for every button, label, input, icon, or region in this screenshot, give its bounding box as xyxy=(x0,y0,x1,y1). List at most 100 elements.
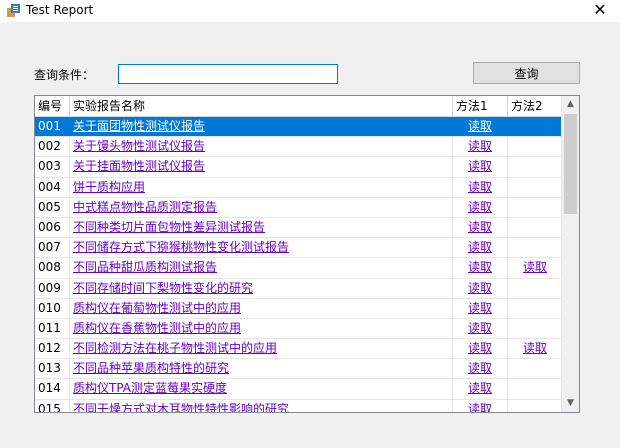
method2-cell xyxy=(508,359,563,379)
table-row[interactable]: 011 质构仪在香蕉物性测试中的应用 读取 xyxy=(35,318,563,340)
report-name-cell-link[interactable]: 不同检测方法在桃子物性测试中的应用 xyxy=(73,341,277,355)
report-name-cell[interactable]: 不同干燥方式对木耳物性特性影响的研究 xyxy=(70,399,453,412)
method1-cell[interactable]: 读取 xyxy=(453,399,508,412)
report-name-cell[interactable]: 质构仪在香蕉物性测试中的应用 xyxy=(70,318,453,339)
table-row[interactable]: 010 质构仪在葡萄物性测试中的应用 读取 xyxy=(35,298,563,319)
table-row[interactable]: 005 中式糕点物性品质测定报告 读取 xyxy=(35,197,563,218)
method1-cell[interactable]: 读取 xyxy=(453,137,508,157)
report-name-cell-link[interactable]: 关于面团物性测试仪报告 xyxy=(73,119,205,133)
method2-cell xyxy=(508,197,563,217)
scroll-thumb[interactable] xyxy=(564,114,577,214)
report-name-cell[interactable]: 关于馒头物性测试仪报告 xyxy=(70,137,453,157)
method1-cell[interactable]: 读取 xyxy=(453,157,508,177)
vertical-scrollbar[interactable]: ▲ ▼ xyxy=(561,96,579,412)
table-row[interactable]: 001 关于面团物性测试仪报告 读取 xyxy=(35,117,563,138)
table-row[interactable]: 007 不同储存方式下猕猴桃物性变化测试报告 读取 xyxy=(35,238,563,259)
report-name-cell[interactable]: 不同检测方法在桃子物性测试中的应用 xyxy=(70,339,453,359)
method1-cell-link[interactable]: 读取 xyxy=(468,240,492,254)
column-header-method2[interactable]: 方法2 xyxy=(508,96,563,116)
method2-cell-link[interactable]: 读取 xyxy=(523,260,547,274)
report-name-cell[interactable]: 不同种类切片面包物性差异测试报告 xyxy=(70,217,453,238)
method1-cell[interactable]: 读取 xyxy=(453,298,508,318)
report-name-cell[interactable]: 不同储存方式下猕猴桃物性变化测试报告 xyxy=(70,238,453,258)
method1-cell-link[interactable]: 读取 xyxy=(468,159,492,173)
method1-cell[interactable]: 读取 xyxy=(453,238,508,258)
report-name-cell[interactable]: 中式糕点物性品质测定报告 xyxy=(70,197,453,217)
column-header-id[interactable]: 编号 xyxy=(35,96,70,116)
scroll-down-icon[interactable]: ▼ xyxy=(562,395,579,412)
method2-cell xyxy=(508,117,563,137)
method1-cell-link[interactable]: 读取 xyxy=(468,361,492,375)
report-name-cell-link[interactable]: 质构仪TPA测定蓝莓果实硬度 xyxy=(73,381,227,395)
report-name-cell-link[interactable]: 不同品种甜瓜质构测试报告 xyxy=(73,260,217,274)
title-bar: Test Report ✕ xyxy=(0,0,620,22)
report-name-cell[interactable]: 关于挂面物性测试仪报告 xyxy=(70,157,453,177)
report-name-cell[interactable]: 质构仪在葡萄物性测试中的应用 xyxy=(70,298,453,318)
query-input[interactable] xyxy=(118,64,338,84)
report-name-cell-link[interactable]: 不同存储时间下梨物性变化的研究 xyxy=(73,281,253,295)
table-row[interactable]: 008 不同品种甜瓜质构测试报告 读取 读取 xyxy=(35,258,563,279)
close-button[interactable]: ✕ xyxy=(580,0,620,22)
method1-cell-link[interactable]: 读取 xyxy=(468,402,492,412)
report-name-cell-link[interactable]: 不同种类切片面包物性差异测试报告 xyxy=(73,220,265,234)
method1-cell[interactable]: 读取 xyxy=(453,177,508,197)
report-id-cell: 010 xyxy=(35,298,70,318)
report-name-cell[interactable]: 不同品种甜瓜质构测试报告 xyxy=(70,258,453,278)
table-row[interactable]: 014 质构仪TPA测定蓝莓果实硬度 读取 xyxy=(35,379,563,400)
method1-cell[interactable]: 读取 xyxy=(453,339,508,359)
method2-cell xyxy=(508,399,563,412)
report-name-cell-link[interactable]: 关于挂面物性测试仪报告 xyxy=(73,159,205,173)
method1-cell[interactable]: 读取 xyxy=(453,217,508,238)
table-row[interactable]: 004 饼干质构应用 读取 xyxy=(35,177,563,198)
method1-cell[interactable]: 读取 xyxy=(453,359,508,379)
method2-cell xyxy=(508,217,563,238)
report-name-cell-link[interactable]: 不同干燥方式对木耳物性特性影响的研究 xyxy=(73,402,289,412)
query-button[interactable]: 查询 xyxy=(473,62,580,84)
scroll-up-icon[interactable]: ▲ xyxy=(562,96,579,113)
method1-cell-link[interactable]: 读取 xyxy=(468,381,492,395)
method1-cell-link[interactable]: 读取 xyxy=(468,260,492,274)
report-name-cell-link[interactable]: 饼干质构应用 xyxy=(73,180,145,194)
column-header-name[interactable]: 实验报告名称 xyxy=(70,96,453,116)
method1-cell-link[interactable]: 读取 xyxy=(468,321,492,335)
report-name-cell-link[interactable]: 不同储存方式下猕猴桃物性变化测试报告 xyxy=(73,240,289,254)
report-id-cell: 008 xyxy=(35,258,70,278)
table-row[interactable]: 003 关于挂面物性测试仪报告 读取 xyxy=(35,157,563,178)
method1-cell[interactable]: 读取 xyxy=(453,278,508,298)
report-name-cell[interactable]: 关于面团物性测试仪报告 xyxy=(70,117,453,137)
column-header-method1[interactable]: 方法1 xyxy=(453,96,508,116)
method1-cell-link[interactable]: 读取 xyxy=(468,341,492,355)
report-name-cell-link[interactable]: 不同品种苹果质构特性的研究 xyxy=(73,361,229,375)
method2-cell[interactable]: 读取 xyxy=(508,258,563,278)
table-row[interactable]: 009 不同存储时间下梨物性变化的研究 读取 xyxy=(35,278,563,299)
method1-cell[interactable]: 读取 xyxy=(453,197,508,217)
report-name-cell-link[interactable]: 质构仪在香蕉物性测试中的应用 xyxy=(73,321,241,335)
method1-cell-link[interactable]: 读取 xyxy=(468,281,492,295)
method2-cell-link[interactable]: 读取 xyxy=(523,341,547,355)
report-name-cell[interactable]: 不同品种苹果质构特性的研究 xyxy=(70,359,453,379)
report-id-cell: 002 xyxy=(35,137,70,157)
report-name-cell-link[interactable]: 中式糕点物性品质测定报告 xyxy=(73,200,217,214)
table-row[interactable]: 015 不同干燥方式对木耳物性特性影响的研究 读取 xyxy=(35,399,563,412)
method1-cell-link[interactable]: 读取 xyxy=(468,200,492,214)
method1-cell-link[interactable]: 读取 xyxy=(468,139,492,153)
method1-cell-link[interactable]: 读取 xyxy=(468,220,492,234)
method2-cell[interactable]: 读取 xyxy=(508,339,563,359)
report-grid[interactable]: 编号 实验报告名称 方法1 方法2 001 关于面团物性测试仪报告 读取 002 关于馒… xyxy=(34,95,580,413)
method1-cell[interactable]: 读取 xyxy=(453,117,508,137)
table-row[interactable]: 012 不同检测方法在桃子物性测试中的应用 读取 读取 xyxy=(35,339,563,360)
report-name-cell-link[interactable]: 关于馒头物性测试仪报告 xyxy=(73,139,205,153)
report-name-cell[interactable]: 不同存储时间下梨物性变化的研究 xyxy=(70,278,453,298)
method1-cell-link[interactable]: 读取 xyxy=(468,180,492,194)
method1-cell[interactable]: 读取 xyxy=(453,318,508,339)
report-name-cell[interactable]: 质构仪TPA测定蓝莓果实硬度 xyxy=(70,379,453,399)
method1-cell[interactable]: 读取 xyxy=(453,258,508,278)
table-row[interactable]: 002 关于馒头物性测试仪报告 读取 xyxy=(35,137,563,158)
table-row[interactable]: 006 不同种类切片面包物性差异测试报告 读取 xyxy=(35,217,563,239)
method1-cell-link[interactable]: 读取 xyxy=(468,301,492,315)
method1-cell[interactable]: 读取 xyxy=(453,379,508,399)
report-name-cell-link[interactable]: 质构仪在葡萄物性测试中的应用 xyxy=(73,301,241,315)
method1-cell-link[interactable]: 读取 xyxy=(468,119,492,133)
table-row[interactable]: 013 不同品种苹果质构特性的研究 读取 xyxy=(35,359,563,380)
report-name-cell[interactable]: 饼干质构应用 xyxy=(70,177,453,197)
